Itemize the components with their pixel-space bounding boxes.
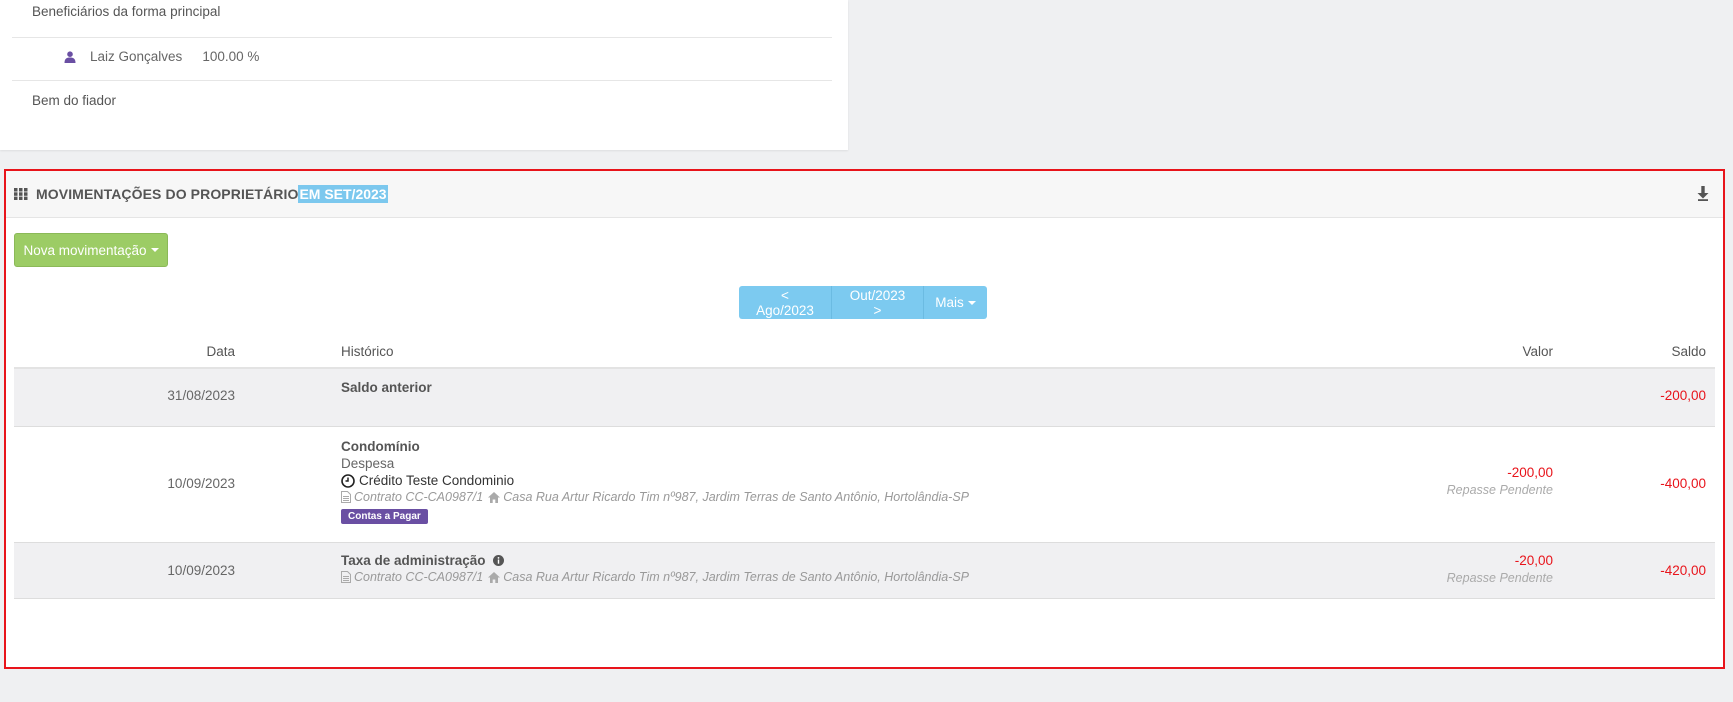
row-meta: Contrato CC-CA0987/1 Casa Rua Artur Rica… <box>341 570 969 584</box>
previous-month-button[interactable]: < Ago/2023 <box>739 286 832 319</box>
grid-icon <box>14 188 28 200</box>
caret-down-icon <box>150 248 159 252</box>
beneficiary-row: Laiz Gonçalves 100.00 % <box>64 49 259 64</box>
table-row: 10/09/2023 Taxa de administração Contrat… <box>14 543 1715 599</box>
row-history: Condomínio Despesa Crédito Teste Condomi… <box>341 439 969 524</box>
row-value: -200,00 Repasse Pendente <box>1447 465 1553 497</box>
column-header-value: Valor <box>1522 344 1553 359</box>
contract-link[interactable]: Contrato CC-CA0987/1 <box>354 570 483 584</box>
row-history: Saldo anterior <box>341 380 432 395</box>
credit-label: Crédito Teste Condominio <box>359 473 515 488</box>
panel-title-period: EM SET/2023 <box>298 185 388 203</box>
download-icon[interactable] <box>1697 186 1709 201</box>
property-address[interactable]: Casa Rua Artur Ricardo Tim nº987, Jardim… <box>503 490 969 504</box>
panel-heading: MOVIMENTAÇÕES DO PROPRIETÁRIO EM SET/202… <box>6 171 1723 218</box>
beneficiary-name: Laiz Gonçalves <box>90 49 183 64</box>
info-icon[interactable] <box>493 555 505 566</box>
row-title: Taxa de administração <box>341 553 486 568</box>
guarantor-asset-heading: Bem do fiador <box>32 93 117 108</box>
value-status: Repasse Pendente <box>1446 571 1553 585</box>
clock-icon <box>341 473 355 488</box>
divider <box>12 80 832 81</box>
row-value: -20,00 Repasse Pendente <box>1447 553 1553 585</box>
user-icon <box>64 50 76 63</box>
owner-transactions-panel: MOVIMENTAÇÕES DO PROPRIETÁRIO EM SET/202… <box>4 169 1725 669</box>
row-title-wrap: Taxa de administração <box>341 553 969 568</box>
value-status: Repasse Pendente <box>1446 483 1553 497</box>
beneficiaries-heading: Beneficiários da forma principal <box>32 4 221 19</box>
caret-down-icon <box>967 300 976 305</box>
row-history: Taxa de administração Contrato CC-CA0987… <box>341 553 969 584</box>
table-row: 31/08/2023 Saldo anterior -200,00 <box>14 369 1715 427</box>
column-header-date: Data <box>206 344 235 359</box>
property-address[interactable]: Casa Rua Artur Ricardo Tim nº987, Jardim… <box>503 570 969 584</box>
value-amount: -20,00 <box>1514 553 1553 568</box>
new-transaction-label: Nova movimentação <box>23 242 147 258</box>
transactions-table: Data Histórico Valor Saldo 31/08/2023 Sa… <box>14 334 1715 599</box>
row-balance: -400,00 <box>1660 476 1706 491</box>
contract-link[interactable]: Contrato CC-CA0987/1 <box>354 490 483 504</box>
home-icon <box>488 491 501 503</box>
home-icon <box>488 571 501 583</box>
beneficiaries-card: Beneficiários da forma principal Laiz Go… <box>0 0 848 150</box>
column-header-balance: Saldo <box>1671 344 1706 359</box>
status-badge: Contas a Pagar <box>341 509 428 524</box>
credit-line: Crédito Teste Condominio <box>341 473 969 488</box>
more-label: Mais <box>935 295 964 310</box>
row-balance: -200,00 <box>1660 388 1706 403</box>
divider <box>12 37 832 38</box>
column-header-history: Histórico <box>341 344 394 359</box>
row-balance: -420,00 <box>1660 563 1706 578</box>
row-date: 10/09/2023 <box>167 476 235 491</box>
row-title: Condomínio <box>341 439 420 454</box>
table-row: 10/09/2023 Condomínio Despesa Crédito Te… <box>14 427 1715 543</box>
row-title: Saldo anterior <box>341 380 432 395</box>
row-subtitle: Despesa <box>341 456 395 471</box>
next-month-button[interactable]: Out/2023 > <box>832 286 924 319</box>
more-button[interactable]: Mais <box>924 286 987 319</box>
row-date: 10/09/2023 <box>167 563 235 578</box>
period-navigation: < Ago/2023 Out/2023 > Mais <box>739 286 987 319</box>
document-icon <box>341 571 351 583</box>
beneficiary-percent: 100.00 % <box>202 49 260 64</box>
row-date: 31/08/2023 <box>167 388 235 403</box>
new-transaction-button[interactable]: Nova movimentação <box>14 233 168 267</box>
document-icon <box>341 491 351 503</box>
row-meta: Contrato CC-CA0987/1 Casa Rua Artur Rica… <box>341 490 969 504</box>
panel-title: MOVIMENTAÇÕES DO PROPRIETÁRIO <box>36 186 299 202</box>
value-amount: -200,00 <box>1507 465 1553 480</box>
table-header: Data Histórico Valor Saldo <box>14 334 1715 369</box>
